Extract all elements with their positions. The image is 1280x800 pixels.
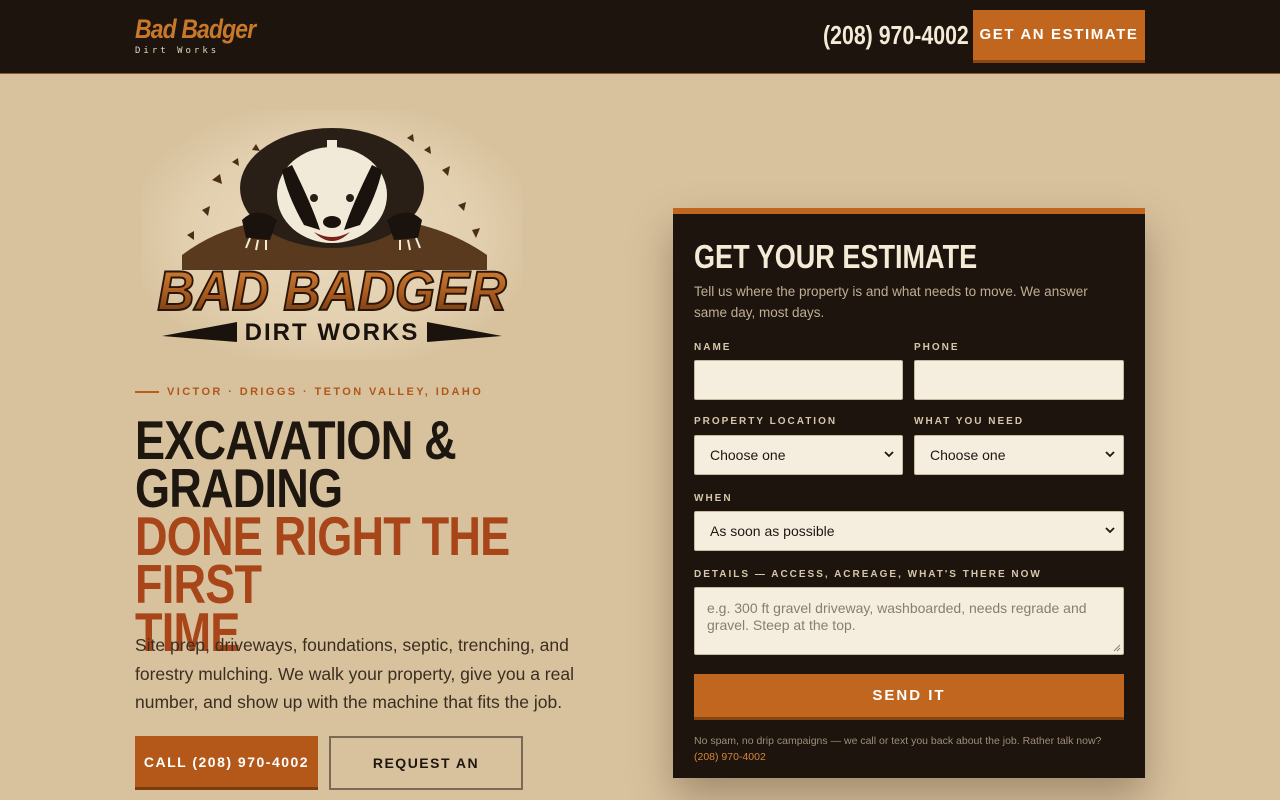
- logo-wordmark: BAD BADGER: [157, 260, 506, 322]
- estimate-form-card: GET YOUR ESTIMATE Tell us where the prop…: [673, 208, 1145, 778]
- badger-logo-image: BAD BADGER DIRT WORKS: [142, 110, 522, 360]
- eyebrow-rule: [135, 391, 159, 393]
- when-label: WHEN: [694, 493, 733, 504]
- eyebrow-text: VICTOR · DRIGGS · TETON VALLEY, IDAHO: [167, 386, 484, 398]
- details-textarea[interactable]: e.g. 300 ft gravel driveway, washboarded…: [694, 587, 1124, 655]
- name-input[interactable]: [694, 360, 903, 400]
- brand-logo[interactable]: Bad Badger Dirt Works: [135, 14, 277, 56]
- request-estimate-button[interactable]: REQUEST AN ESTIMATE: [329, 736, 523, 790]
- what-you-need-label: WHAT YOU NEED: [914, 416, 1025, 427]
- logo-subtitle: DIRT WORKS: [245, 319, 420, 346]
- when-select[interactable]: As soon as possible: [694, 511, 1124, 551]
- header-phone-link[interactable]: (208) 970-4002: [823, 20, 969, 51]
- form-title: GET YOUR ESTIMATE: [694, 238, 978, 275]
- chevron-down-icon: [884, 451, 894, 458]
- site-header: Bad Badger Dirt Works (208) 970-4002 GET…: [0, 0, 1280, 74]
- property-location-select[interactable]: Choose one: [694, 435, 903, 475]
- chevron-down-icon: [1105, 451, 1115, 458]
- property-location-label: PROPERTY LOCATION: [694, 416, 838, 427]
- form-fine-print: No spam, no drip campaigns — we call or …: [694, 733, 1124, 765]
- chevron-down-icon: [1105, 527, 1115, 534]
- brand-name: Bad Badger: [135, 14, 256, 44]
- what-you-need-select[interactable]: Choose one: [914, 435, 1124, 475]
- location-eyebrow: VICTOR · DRIGGS · TETON VALLEY, IDAHO: [135, 386, 483, 398]
- what-you-need-value: Choose one: [930, 447, 1006, 463]
- form-subtitle: Tell us where the property is and what n…: [694, 284, 1088, 320]
- phone-input[interactable]: [914, 360, 1124, 400]
- phone-label: PHONE: [914, 342, 960, 353]
- brand-tagline: Dirt Works: [135, 46, 220, 56]
- send-it-button[interactable]: SEND IT: [694, 674, 1124, 720]
- call-button[interactable]: CALL (208) 970-4002: [135, 736, 318, 790]
- get-estimate-button[interactable]: GET AN ESTIMATE: [973, 10, 1145, 63]
- name-label: NAME: [694, 342, 732, 353]
- fine-print-text: No spam, no drip campaigns — we call or …: [694, 735, 1102, 747]
- resize-grip-icon[interactable]: [1113, 644, 1121, 652]
- fine-print-phone-link[interactable]: (208) 970-4002: [694, 749, 1124, 765]
- details-label: DETAILS — ACCESS, ACREAGE, WHAT'S THERE …: [694, 569, 1042, 580]
- property-location-value: Choose one: [710, 447, 786, 463]
- hero-headline: EXCAVATION & GRADING DONE RIGHT THE FIRS…: [135, 413, 512, 660]
- hero-description: Site prep, driveways, foundations, septi…: [135, 635, 574, 712]
- details-placeholder: e.g. 300 ft gravel driveway, washboarded…: [707, 600, 1087, 633]
- headline-accent-line-1: DONE RIGHT THE FIRST: [135, 505, 510, 615]
- when-value: As soon as possible: [710, 523, 835, 539]
